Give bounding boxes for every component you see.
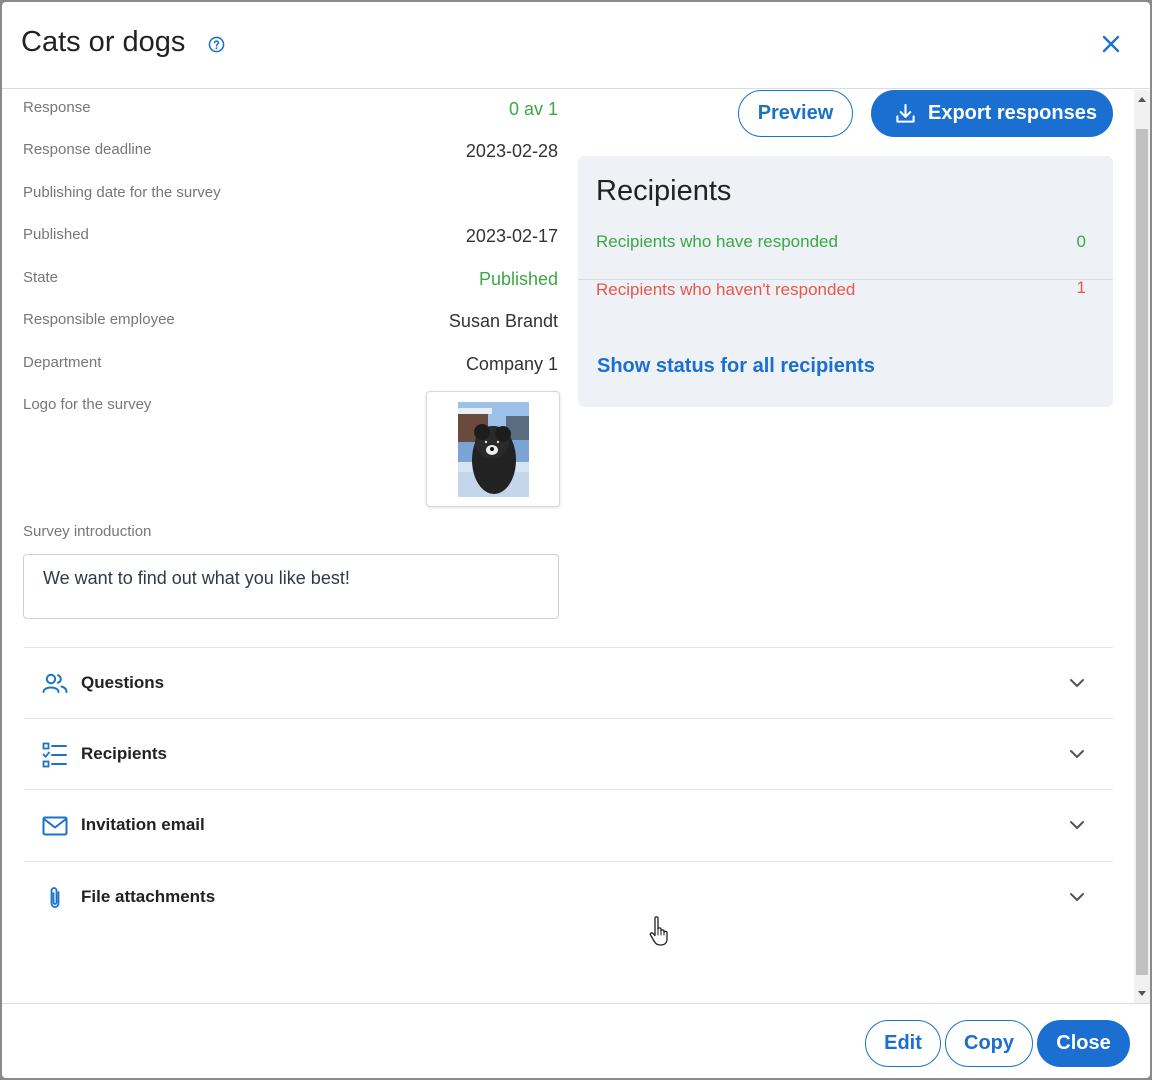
recipients-card-title: Recipients	[596, 175, 732, 207]
detail-state: State Published	[23, 269, 558, 299]
detail-label: Response deadline	[23, 141, 152, 158]
close-icon[interactable]	[1100, 33, 1122, 55]
checklist-icon	[42, 742, 67, 768]
scroll-thumb[interactable]	[1136, 129, 1148, 975]
detail-value: 2023-02-28	[465, 141, 558, 161]
detail-value: Company 1	[465, 354, 558, 374]
survey-logo-thumbnail[interactable]	[426, 391, 560, 507]
close-button[interactable]: Close	[1037, 1020, 1130, 1067]
recipients-responded-row: Recipients who have responded 0	[578, 232, 1113, 280]
detail-label: State	[23, 269, 59, 286]
dialog-body: Response 0 av 1 Response deadline 2023-0…	[2, 90, 1134, 1003]
people-icon	[42, 673, 68, 693]
paperclip-icon	[50, 887, 60, 908]
show-status-link[interactable]: Show status for all recipients	[597, 355, 875, 378]
not-responded-label: Recipients who haven't responded	[596, 280, 856, 299]
detail-label: Logo for the survey	[23, 396, 152, 413]
download-icon	[896, 103, 915, 123]
detail-label: Publishing date for the survey	[23, 184, 221, 201]
detail-response: Response 0 av 1	[23, 99, 558, 129]
edit-button[interactable]: Edit	[865, 1020, 941, 1067]
detail-responsible-employee: Responsible employee Susan Brandt	[23, 311, 558, 341]
chevron-down-icon	[1070, 821, 1084, 829]
chevron-down-icon	[1070, 679, 1084, 687]
accordion-label: File attachments	[81, 887, 216, 906]
intro-text: We want to find out what you like best!	[23, 554, 559, 619]
scroll-up-arrow[interactable]	[1138, 97, 1146, 102]
intro-label: Survey introduction	[23, 523, 152, 540]
recipients-not-responded-row: Recipients who haven't responded 1	[578, 278, 1113, 328]
detail-response-deadline: Response deadline 2023-02-28	[23, 141, 558, 171]
vertical-scrollbar[interactable]	[1134, 90, 1150, 1003]
accordion-recipients[interactable]: Recipients	[24, 718, 1113, 789]
export-label: Export responses	[928, 102, 1097, 124]
dialog-footer: Edit Copy Close	[2, 1003, 1150, 1078]
detail-label: Department	[23, 354, 102, 371]
export-responses-button[interactable]: Export responses	[871, 90, 1113, 137]
recipients-card: Recipients Recipients who have responded…	[578, 156, 1113, 407]
detail-value: 0 av 1	[508, 99, 558, 119]
detail-value: Susan Brandt	[448, 311, 558, 331]
chevron-down-icon	[1070, 893, 1084, 901]
preview-button[interactable]: Preview	[738, 90, 853, 137]
detail-label: Response	[23, 99, 91, 116]
detail-label: Responsible employee	[23, 311, 175, 328]
envelope-icon	[42, 816, 68, 836]
detail-label: Published	[23, 226, 89, 243]
detail-value: Published	[478, 269, 558, 289]
accordion-questions[interactable]: Questions	[24, 647, 1113, 718]
survey-dialog: Cats or dogs Response 0 av 1 Response de…	[2, 2, 1150, 1078]
accordion-label: Invitation email	[81, 815, 205, 834]
detail-publishing-date: Publishing date for the survey	[23, 184, 558, 214]
responded-count: 0	[1076, 232, 1086, 251]
not-responded-count: 1	[1076, 278, 1086, 297]
detail-published: Published 2023-02-17	[23, 226, 558, 256]
detail-department: Department Company 1	[23, 354, 558, 384]
hand-cursor-icon	[649, 916, 668, 946]
accordion-label: Recipients	[81, 744, 167, 763]
scroll-down-arrow[interactable]	[1138, 991, 1146, 996]
detail-value: 2023-02-17	[465, 226, 558, 246]
dialog-title: Cats or dogs	[21, 26, 186, 58]
survey-logo-image	[458, 402, 529, 497]
responded-label: Recipients who have responded	[596, 232, 838, 251]
accordion-invitation-email[interactable]: Invitation email	[24, 789, 1113, 860]
chevron-down-icon	[1070, 750, 1084, 758]
accordion-label: Questions	[81, 673, 165, 692]
dialog-header: Cats or dogs	[2, 2, 1150, 89]
help-icon[interactable]	[208, 36, 225, 53]
copy-button[interactable]: Copy	[945, 1020, 1033, 1067]
accordion-file-attachments[interactable]: File attachments	[24, 861, 1113, 932]
